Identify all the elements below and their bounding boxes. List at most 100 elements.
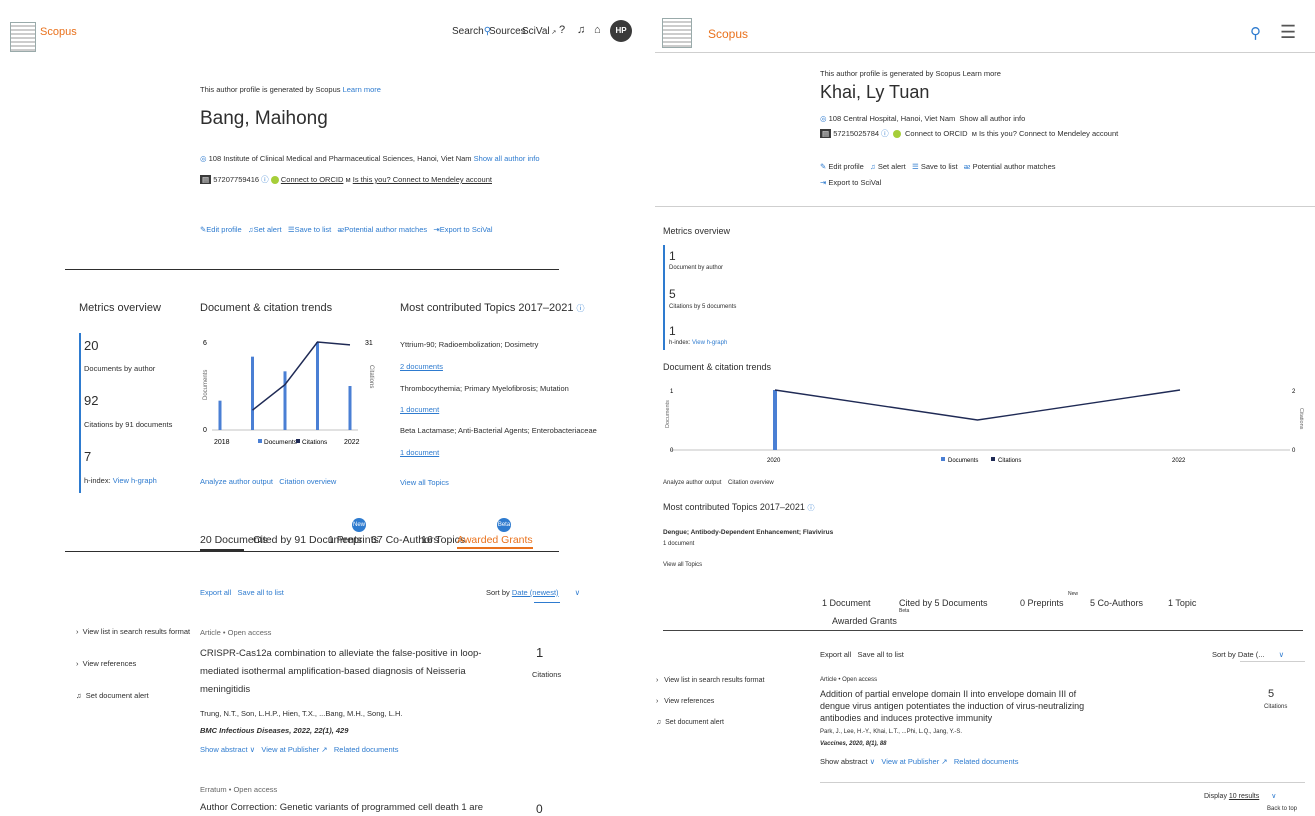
analyze-output-link[interactable]: Analyze author output [200, 477, 273, 486]
doc1-title-line[interactable]: mediated isothermal amplification-based … [200, 663, 481, 681]
side-link-results-format-label[interactable]: View list in search results format [664, 677, 764, 684]
side-link-alert-label[interactable]: Set document alert [86, 691, 149, 700]
back-to-top-link[interactable]: Back to top [1267, 806, 1297, 812]
nav-scival[interactable]: SciVal ↗ [522, 26, 556, 37]
list-icon: ☰ [912, 162, 919, 171]
view-publisher-link[interactable]: View at Publisher [261, 745, 319, 754]
chevron-down-icon[interactable]: ∨ [1271, 793, 1276, 800]
avatar[interactable]: HP [610, 20, 632, 42]
doc1-title-line[interactable]: meningitidis [200, 681, 481, 699]
topic-count[interactable]: 1 document [663, 541, 694, 547]
related-documents-link[interactable]: Related documents [334, 745, 399, 754]
view-publisher-link[interactable]: View at Publisher [881, 757, 939, 766]
save-all-button[interactable]: Save all to list [858, 650, 904, 659]
export-all-button[interactable]: Export all [200, 588, 231, 597]
show-abstract-button[interactable]: Show abstract [820, 757, 868, 766]
help-icon[interactable]: ? [559, 24, 565, 36]
edit-profile-button[interactable]: Edit profile [206, 225, 241, 234]
bar-documents [251, 356, 254, 430]
analyze-output-link[interactable]: Analyze author output [663, 480, 721, 486]
topic-3-count[interactable]: 1 document [400, 448, 439, 457]
doc2-title[interactable]: Author Correction: Genetic variants of p… [200, 802, 483, 813]
topic-2-count[interactable]: 1 document [400, 405, 439, 414]
bell-icon[interactable]: ♫ [577, 24, 585, 36]
side-link-alert-label[interactable]: Set document alert [665, 719, 724, 726]
left-chart-links: Analyze author output Citation overview [200, 477, 336, 486]
show-all-info-link[interactable]: Show all author info [474, 154, 540, 163]
sort-select[interactable]: Date (newest) [512, 588, 559, 597]
edit-profile-button[interactable]: Edit profile [828, 162, 863, 171]
bell-icon: ♫ [76, 691, 82, 700]
id-card-icon: ▤ [820, 129, 832, 138]
connect-orcid-link[interactable]: Connect to ORCID [905, 129, 968, 138]
chevron-down-icon[interactable]: ∨ [1279, 650, 1285, 659]
side-link-results-format[interactable]: › View list in search results format [656, 677, 764, 684]
divider [820, 782, 1305, 783]
nav-search[interactable]: Search⚲ [452, 26, 491, 37]
nav-sources[interactable]: Sources [489, 26, 526, 37]
export-scival-button[interactable]: Export to SciVal [440, 225, 493, 234]
display-select[interactable]: 10 results [1229, 793, 1259, 800]
chevron-down-icon[interactable]: ∨ [575, 588, 581, 597]
export-scival-button[interactable]: Export to SciVal [828, 178, 881, 187]
doc-title[interactable]: Addition of partial envelope domain II i… [820, 688, 1084, 724]
doc-title-line[interactable]: Addition of partial envelope domain II i… [820, 688, 1084, 700]
metric-hindex-label: h-index: [669, 340, 691, 346]
side-link-references-label[interactable]: View references [664, 698, 714, 705]
citation-overview-link[interactable]: Citation overview [279, 477, 336, 486]
side-link-references[interactable]: › View references [76, 659, 136, 668]
save-to-list-button[interactable]: Save to list [295, 225, 332, 234]
side-link-references-label[interactable]: View references [83, 659, 137, 668]
side-link-results-format-label[interactable]: View list in search results format [83, 627, 190, 636]
side-link-results-format[interactable]: › View list in search results format [76, 627, 190, 636]
view-all-topics-link[interactable]: View all Topics [663, 562, 702, 568]
show-all-info-link[interactable]: Show all author info [959, 114, 1025, 123]
tab-coauthors[interactable]: 5 Co-Authors [1090, 598, 1143, 608]
menu-icon[interactable]: ☰ [1280, 22, 1296, 43]
scopus-brand[interactable]: Scopus [708, 27, 748, 41]
line-citations [252, 341, 351, 411]
related-documents-link[interactable]: Related documents [954, 757, 1019, 766]
save-to-list-button[interactable]: Save to list [921, 162, 958, 171]
side-link-alert[interactable]: ♫ Set document alert [656, 719, 724, 726]
tab-preprints[interactable]: 0 Preprints [1020, 598, 1064, 608]
doc1-title[interactable]: CRISPR-Cas12a combination to alleviate t… [200, 645, 481, 699]
export-all-button[interactable]: Export all [820, 650, 851, 659]
bell-icon: ♫ [656, 719, 662, 726]
potential-matches-button[interactable]: Potential author matches [344, 225, 427, 234]
save-all-button[interactable]: Save all to list [238, 588, 284, 597]
citation-overview-link[interactable]: Citation overview [728, 480, 774, 486]
nav-scival-label[interactable]: SciVal [522, 26, 550, 37]
view-hgraph-link[interactable]: View h-graph [692, 340, 727, 346]
tab-cited-by[interactable]: Cited by 5 Documents [899, 598, 988, 608]
tab-topics[interactable]: 1 Topic [1168, 598, 1196, 608]
tab-awarded-grants[interactable]: Awarded Grants [832, 616, 897, 626]
learn-more-link[interactable]: Learn more [343, 85, 381, 94]
set-alert-button[interactable]: Set alert [254, 225, 282, 234]
doc-title-line[interactable]: antibodies and induces protective immuni… [820, 712, 1084, 724]
side-link-references[interactable]: › View references [656, 698, 714, 705]
export-all-row: Export all Save all to list [200, 588, 284, 597]
doc-title-line[interactable]: dengue virus antigen potentiates the ind… [820, 700, 1084, 712]
learn-more-link[interactable]: Learn more [963, 69, 1001, 78]
view-all-topics-link[interactable]: View all Topics [400, 478, 449, 487]
mendeley-link[interactable]: Is this you? Connect to Mendeley account [353, 175, 492, 184]
show-abstract-button[interactable]: Show abstract [200, 745, 248, 754]
nav-search-label[interactable]: Search [452, 26, 484, 37]
view-hgraph-link[interactable]: View h-graph [113, 476, 157, 485]
search-icon[interactable]: ⚲ [1250, 24, 1261, 42]
author-id: 57215025784 [833, 129, 880, 138]
doc1-title-line[interactable]: CRISPR-Cas12a combination to alleviate t… [200, 645, 481, 663]
connect-orcid-link[interactable]: Connect to ORCID [281, 175, 344, 184]
mendeley-link[interactable]: Is this you? Connect to Mendeley account [979, 129, 1118, 138]
sort-select[interactable]: Date (... [1238, 650, 1265, 659]
scopus-brand[interactable]: Scopus [40, 26, 77, 38]
tab-documents[interactable]: 1 Document [822, 598, 871, 608]
institution-icon[interactable]: ⌂ [594, 24, 601, 36]
side-link-alert[interactable]: ♫ Set document alert [76, 691, 149, 700]
potential-matches-button[interactable]: Potential author matches [973, 162, 1056, 171]
tab-awarded-grants[interactable]: Awarded Grants [457, 534, 533, 549]
topic-name: Dengue; Antibody-Dependent Enhancement; … [663, 529, 834, 536]
set-alert-button[interactable]: Set alert [878, 162, 906, 171]
topic-1-count[interactable]: 2 documents [400, 362, 443, 371]
